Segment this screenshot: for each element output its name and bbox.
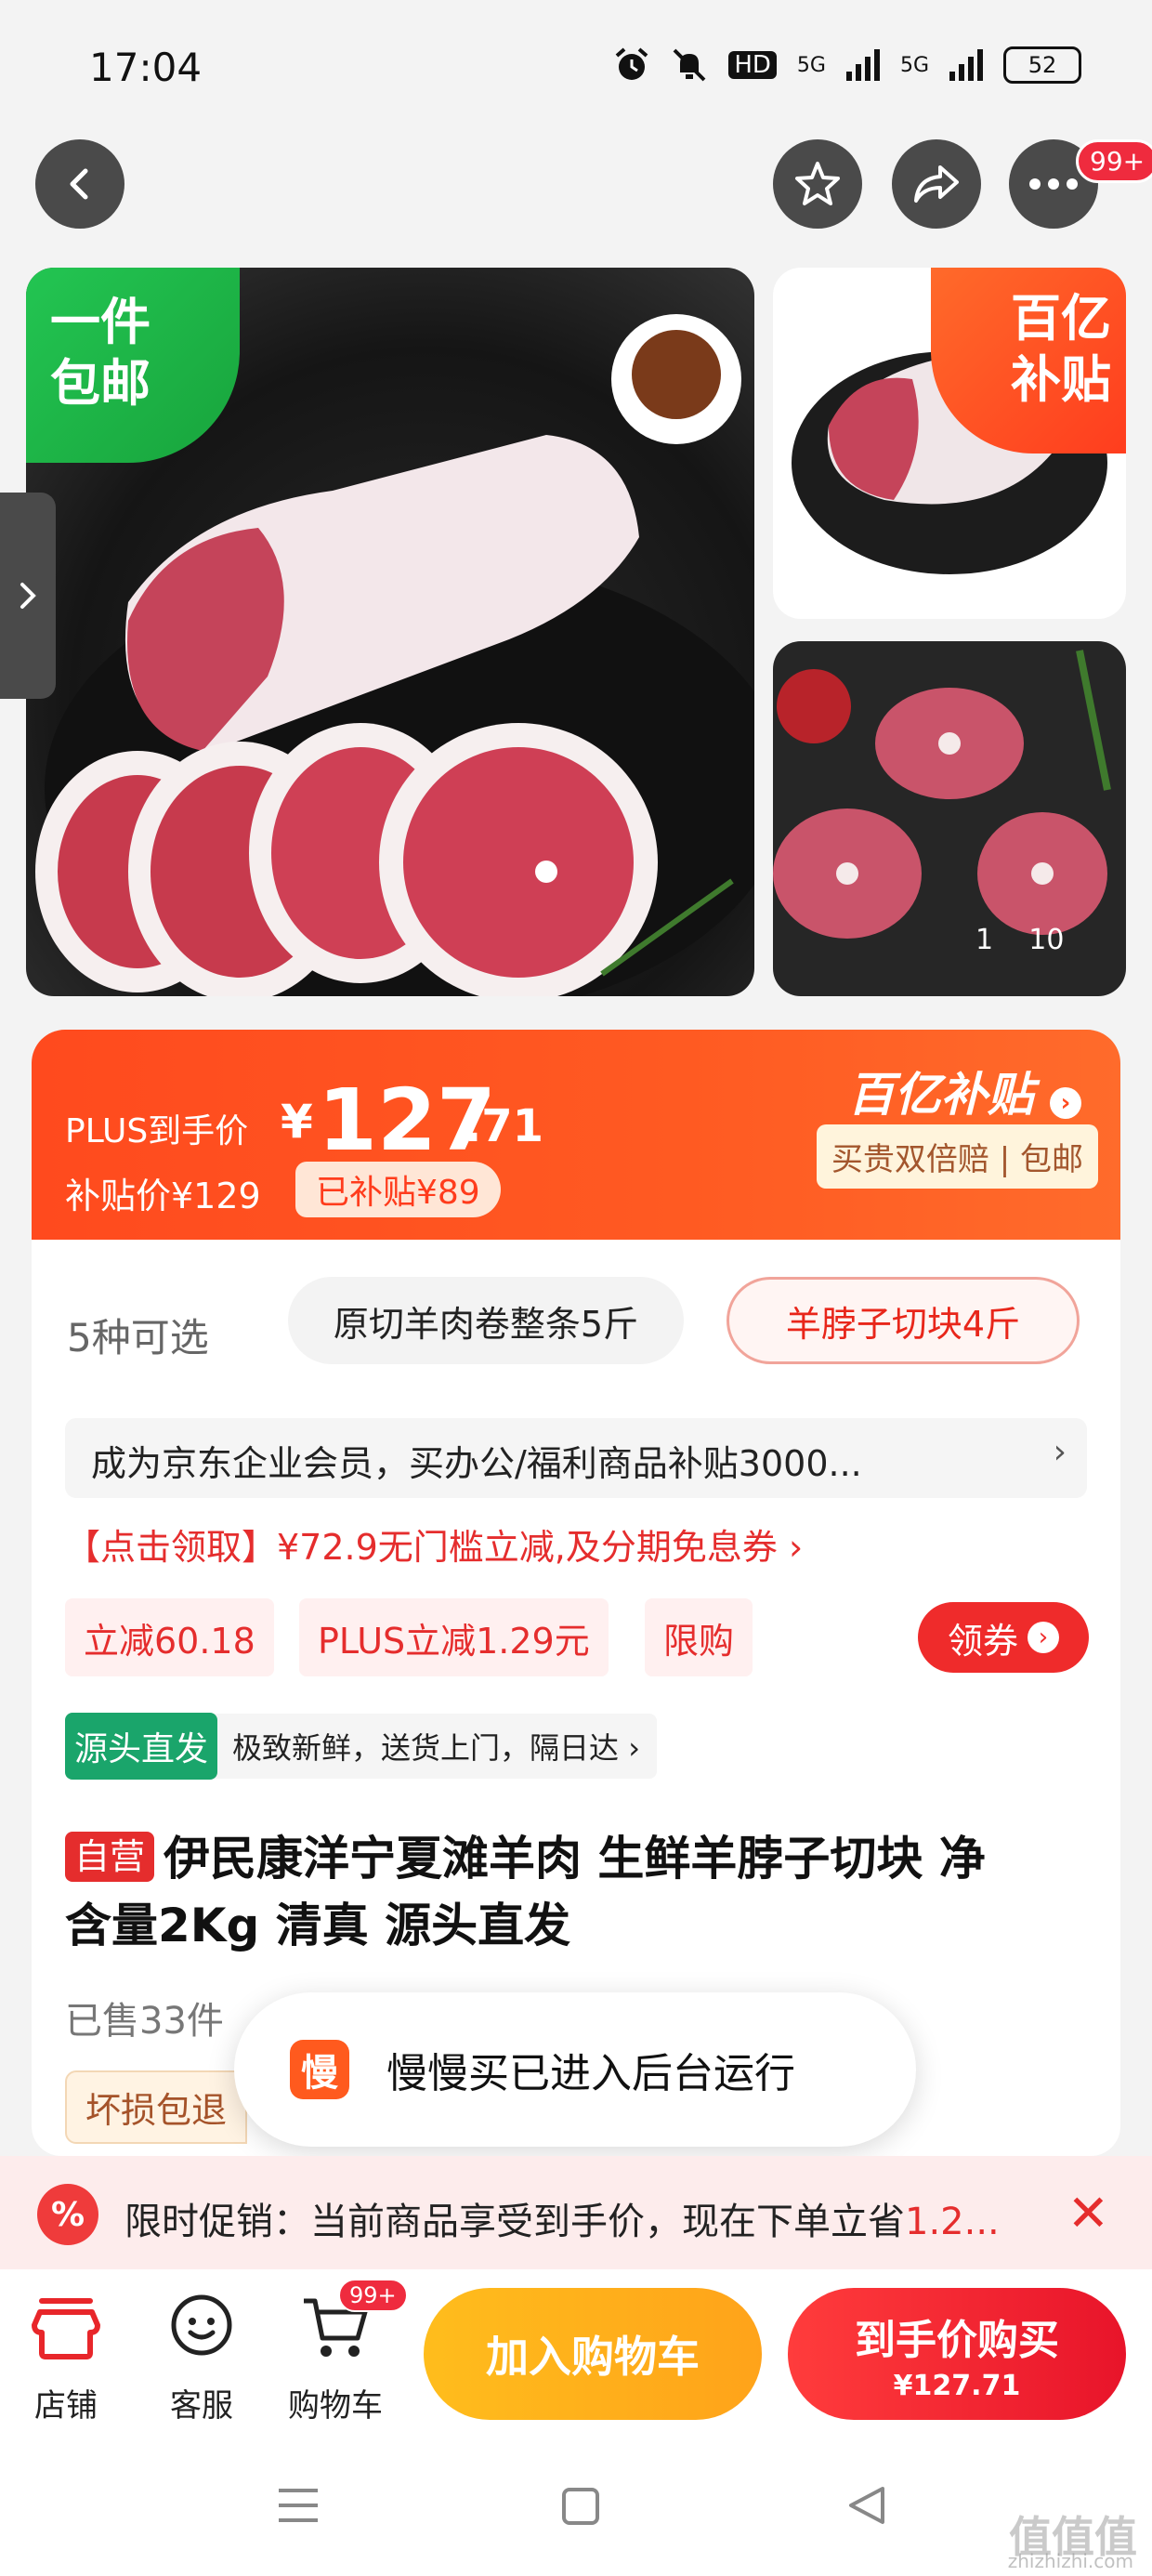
buy-now-label: 到手价购买 xyxy=(855,2316,1059,2364)
damage-return-tag: 坏损包退 xyxy=(65,2070,248,2144)
purchase-limit-tag: 限购 xyxy=(645,1598,753,1676)
product-title-line-1: 自营 伊民康洋宁夏滩羊肉 生鲜羊脖子切块 净 xyxy=(65,1825,1096,1892)
product-thumb-2[interactable] xyxy=(773,641,1126,996)
product-main-image[interactable]: 一件 包邮 xyxy=(26,268,754,996)
home-icon[interactable] xyxy=(561,2487,600,2526)
cart-count-badge: 99+ xyxy=(338,2279,408,2312)
favorite-button[interactable] xyxy=(773,139,862,229)
menu-icon[interactable] xyxy=(277,2487,320,2524)
status-time: 17:04 xyxy=(89,45,203,90)
toast-text: 慢慢买已进入后台运行 xyxy=(386,2050,795,2097)
coupon-claim-link[interactable]: 【点击领取】¥72.9无门槛立减,及分期免息券 › xyxy=(65,1518,803,1570)
plus-price-label: PLUS到手价 xyxy=(65,1112,249,1150)
star-icon xyxy=(795,162,840,205)
system-nav-bar xyxy=(0,2437,1152,2576)
cart-label: 购物车 xyxy=(288,2387,383,2425)
hd-indicator: HD xyxy=(728,51,777,79)
get-coupon-button[interactable]: 领券 › xyxy=(918,1602,1089,1673)
price-card: PLUS到手价 ¥ 127 .71 补贴价¥129 已补贴¥89 百亿补贴 › … xyxy=(32,1030,1120,1240)
add-to-cart-button[interactable]: 加入购物车 xyxy=(424,2288,762,2420)
more-icon xyxy=(1029,178,1078,190)
store-icon xyxy=(32,2298,100,2359)
gallery-side-tab[interactable] xyxy=(0,493,56,699)
customer-service-button[interactable]: 客服 xyxy=(151,2292,253,2425)
watermark-url: zhizhizhi.com xyxy=(1007,2550,1133,2572)
neck-chunks-image xyxy=(773,650,1111,939)
discount-tag: 立减60.18 xyxy=(65,1598,274,1676)
source-direct-text: 极致新鲜，送货上门，隔日达 › xyxy=(232,1730,640,1766)
guarantee-badge: 买贵双倍赔 | 包邮 xyxy=(816,1124,1098,1189)
chevron-right-icon: › xyxy=(1053,1433,1067,1471)
variant-count[interactable]: 5种可选 xyxy=(67,1307,209,1363)
battery-indicator: 52 xyxy=(1003,46,1081,84)
alarm-icon xyxy=(616,47,648,80)
chevron-left-icon xyxy=(70,168,88,200)
signal-b-label: 5G xyxy=(899,53,929,77)
chevron-circle-icon: › xyxy=(1028,1622,1059,1653)
close-icon[interactable]: ✕ xyxy=(1067,2184,1109,2242)
promo-text: 限时促销：当前商品享受到手价，现在下单立省1.2... xyxy=(124,2201,1000,2243)
bottom-action-bar: 店铺 客服 99+ 购物车 加入购物车 到手价购买 ¥127.71 xyxy=(0,2269,1152,2437)
price-currency: ¥ xyxy=(281,1095,313,1149)
share-button[interactable] xyxy=(892,139,981,229)
mute-icon xyxy=(673,48,706,82)
gallery-counter: 1 10 xyxy=(975,924,1065,956)
signal-b-icon xyxy=(949,49,983,81)
signal-a-icon xyxy=(845,49,880,81)
service-label: 客服 xyxy=(170,2387,233,2425)
source-direct-badge: 源头直发 xyxy=(65,1713,218,1780)
product-title-line-2: 含量2Kg 清真 源头直发 xyxy=(65,1899,571,1952)
background-toast: 慢 慢慢买已进入后台运行 xyxy=(234,1992,916,2147)
variant-option-neck[interactable]: 羊脖子切块4斤 xyxy=(727,1277,1080,1364)
store-label: 店铺 xyxy=(34,2387,98,2425)
percent-icon: % xyxy=(37,2184,98,2245)
buy-now-button[interactable]: 到手价购买 ¥127.71 xyxy=(788,2288,1126,2420)
self-operated-tag: 自营 xyxy=(65,1832,155,1882)
buy-now-price: ¥127.71 xyxy=(893,2369,1021,2402)
status-bar: 17:04 HD 5G 5G 52 xyxy=(0,0,1152,130)
back-button[interactable] xyxy=(35,139,124,229)
subsidy-price: 补贴价¥129 xyxy=(65,1176,261,1216)
enterprise-member-banner[interactable]: 成为京东企业会员，买办公/福利商品补贴3000... › xyxy=(65,1418,1087,1498)
status-icons: HD 5G 5G 52 xyxy=(613,46,1081,84)
price-decimal: .71 xyxy=(465,1100,544,1152)
back-nav-icon[interactable] xyxy=(845,2485,886,2526)
chevron-circle-icon: › xyxy=(1050,1087,1081,1119)
subsidized-pill: 已补贴¥89 xyxy=(295,1162,501,1217)
store-button[interactable]: 店铺 xyxy=(15,2292,117,2425)
chevron-right-icon xyxy=(20,583,36,609)
product-thumb-1[interactable]: 百亿 补贴 xyxy=(773,268,1126,619)
sold-count: 已售33件 xyxy=(65,2000,224,2043)
plus-discount-tag: PLUS立减1.29元 xyxy=(299,1598,609,1676)
chat-face-icon xyxy=(171,2294,232,2356)
share-icon xyxy=(914,165,959,203)
promo-bar[interactable]: % 限时促销：当前商品享受到手价，现在下单立省1.2... ✕ xyxy=(0,2156,1152,2269)
app-logo-icon: 慢 xyxy=(290,2040,349,2099)
source-direct-row[interactable]: 源头直发 极致新鲜，送货上门，隔日达 › xyxy=(65,1713,657,1780)
billion-subsidy-brand[interactable]: 百亿补贴 › xyxy=(848,1058,1081,1124)
cart-button[interactable]: 99+ 购物车 xyxy=(284,2279,408,2425)
signal-a-label: 5G xyxy=(796,53,826,77)
message-badge: 99+ xyxy=(1076,139,1152,183)
variant-option-roll[interactable]: 原切羊肉卷整条5斤 xyxy=(288,1277,684,1364)
